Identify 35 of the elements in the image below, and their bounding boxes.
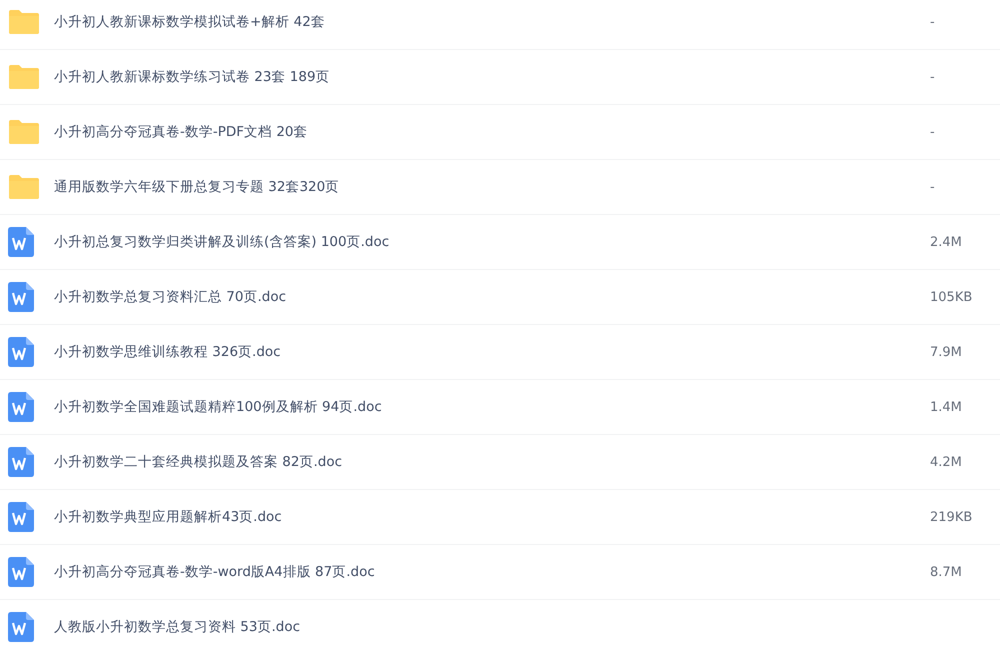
word-document-icon [8, 392, 34, 422]
file-name[interactable]: 小升初数学思维训练教程 326页.doc [54, 343, 930, 361]
file-size: 7.9M [930, 344, 962, 360]
folder-icon [8, 119, 40, 145]
file-name[interactable]: 小升初人教新课标数学练习试卷 23套 189页 [54, 68, 930, 86]
word-document-icon [8, 282, 34, 312]
folder-icon [8, 64, 40, 90]
file-name[interactable]: 通用版数学六年级下册总复习专题 32套320页 [54, 178, 930, 196]
word-document-icon [8, 337, 34, 367]
file-name[interactable]: 小升初高分夺冠真卷-数学-word版A4排版 87页.doc [54, 563, 930, 581]
file-name[interactable]: 小升初数学总复习资料汇总 70页.doc [54, 288, 930, 306]
file-size: 8.7M [930, 564, 962, 580]
file-name[interactable]: 小升初人教新课标数学模拟试卷+解析 42套 [54, 13, 930, 31]
file-name[interactable]: 小升初总复习数学归类讲解及训练(含答案) 100页.doc [54, 233, 930, 251]
folder-icon [8, 174, 40, 200]
file-size: 219KB [930, 510, 972, 524]
file-size: - [930, 124, 935, 140]
file-name[interactable]: 小升初高分夺冠真卷-数学-PDF文档 20套 [54, 123, 930, 141]
file-name[interactable]: 小升初数学二十套经典模拟题及答案 82页.doc [54, 453, 930, 471]
file-size: - [930, 70, 935, 84]
word-document-icon [8, 502, 34, 532]
word-document-icon [8, 447, 34, 477]
file-size: 1.4M [930, 400, 962, 414]
word-document-icon [8, 612, 34, 642]
word-document-icon [8, 557, 34, 587]
file-name[interactable]: 人教版小升初数学总复习资料 53页.doc [54, 618, 930, 636]
file-size: 4.2M [930, 454, 962, 470]
folder-icon [8, 9, 40, 35]
file-name[interactable]: 小升初数学全国难题试题精粹100例及解析 94页.doc [54, 398, 930, 416]
file-size: - [930, 14, 935, 30]
file-size: 105KB [930, 290, 972, 304]
file-size: - [930, 180, 935, 194]
word-document-icon [8, 227, 34, 257]
file-size: 2.4M [930, 234, 962, 250]
file-name[interactable]: 小升初数学典型应用题解析43页.doc [54, 508, 930, 526]
